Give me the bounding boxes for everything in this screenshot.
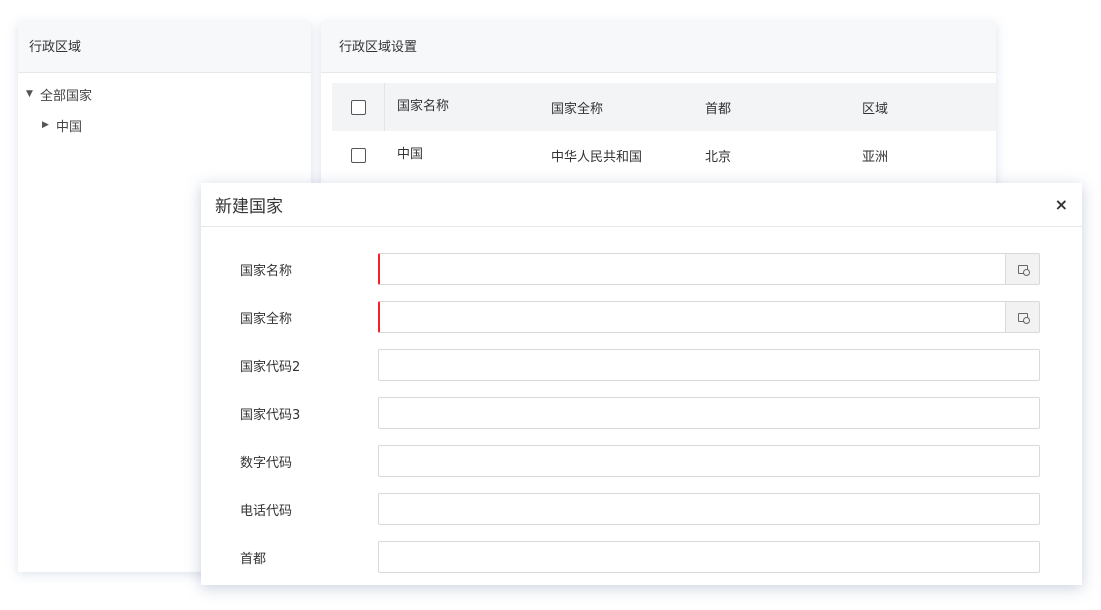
form-row-name: 国家名称: [201, 253, 1082, 285]
fullname-translate-button[interactable]: [1006, 301, 1040, 333]
field-label-code3: 国家代码3: [240, 407, 301, 423]
cell-fullname: 中华人民共和国: [551, 149, 643, 165]
numeric-code-input[interactable]: [378, 445, 1040, 477]
form-row-capital: 首都: [201, 541, 1082, 573]
tree-node-all-countries[interactable]: ▼ 全部国家: [18, 83, 311, 105]
field-label-numeric-code: 数字代码: [240, 455, 293, 471]
cell-name: 中国: [397, 147, 424, 162]
translate-icon: [1017, 312, 1030, 324]
field-label-fullname: 国家全称: [240, 311, 293, 327]
form-row-phone-code: 电话代码: [201, 493, 1082, 525]
column-header-fullname[interactable]: 国家全称: [539, 98, 693, 117]
caret-down-icon[interactable]: ▼: [26, 89, 40, 99]
country-code3-input[interactable]: [378, 397, 1040, 429]
page: 行政区域 ▼ 全部国家 ▶ 中国 行政区域设置 国家名称 国家全称 首都 区域: [0, 0, 1101, 610]
region-settings-title: 行政区域设置: [321, 22, 996, 73]
dialog-title: 新建国家: [215, 197, 283, 217]
table-header-row: 国家名称 国家全称 首都 区域: [332, 83, 996, 131]
row-checkbox[interactable]: [350, 147, 366, 163]
name-translate-button[interactable]: [1006, 253, 1040, 285]
select-all-cell: [332, 99, 384, 115]
row-select-cell: [332, 147, 384, 163]
form-row-code3: 国家代码3: [201, 397, 1082, 429]
close-icon[interactable]: ×: [1055, 195, 1068, 214]
column-header-capital[interactable]: 首都: [693, 98, 850, 117]
field-label-phone-code: 电话代码: [240, 503, 293, 519]
tree-node-label[interactable]: 全部国家: [40, 85, 92, 104]
fullname-input-group: [378, 301, 1040, 333]
country-fullname-input[interactable]: [378, 301, 1006, 333]
form-row-fullname: 国家全称: [201, 301, 1082, 333]
region-tree-title: 行政区域: [18, 22, 311, 73]
country-code2-input[interactable]: [378, 349, 1040, 381]
tree-node-label[interactable]: 中国: [56, 116, 82, 135]
new-country-form: 国家名称 国家全称 国家代码2 国家代码3 数字代码 电话代码 首都: [201, 227, 1082, 573]
field-label-code2: 国家代码2: [240, 359, 301, 375]
caret-right-icon[interactable]: ▶: [42, 120, 56, 130]
cell-region: 亚洲: [862, 149, 889, 165]
cell-capital: 北京: [705, 149, 732, 165]
tree-node-china[interactable]: ▶ 中国: [18, 114, 311, 136]
form-row-code2: 国家代码2: [201, 349, 1082, 381]
dialog-header: 新建国家 ×: [201, 183, 1082, 227]
translate-icon: [1017, 264, 1030, 276]
form-row-numeric-code: 数字代码: [201, 445, 1082, 477]
capital-input[interactable]: [378, 541, 1040, 573]
column-header-name[interactable]: 国家名称: [384, 83, 539, 131]
region-tree: ▼ 全部国家 ▶ 中国: [18, 73, 311, 136]
column-header-region[interactable]: 区域: [850, 98, 996, 117]
country-name-input[interactable]: [378, 253, 1006, 285]
phone-code-input[interactable]: [378, 493, 1040, 525]
new-country-dialog: 新建国家 × 国家名称 国家全称 国家代码2 国家代码3 数字代码 电话代码 首…: [201, 183, 1082, 585]
table-row[interactable]: 中国 中华人民共和国 北京 亚洲: [332, 131, 996, 179]
select-all-checkbox[interactable]: [350, 99, 366, 115]
field-label-capital: 首都: [240, 551, 267, 567]
field-label-name: 国家名称: [240, 263, 293, 279]
country-table: 国家名称 国家全称 首都 区域 中国 中华人民共和国 北京 亚洲: [332, 83, 996, 179]
name-input-group: [378, 253, 1040, 285]
